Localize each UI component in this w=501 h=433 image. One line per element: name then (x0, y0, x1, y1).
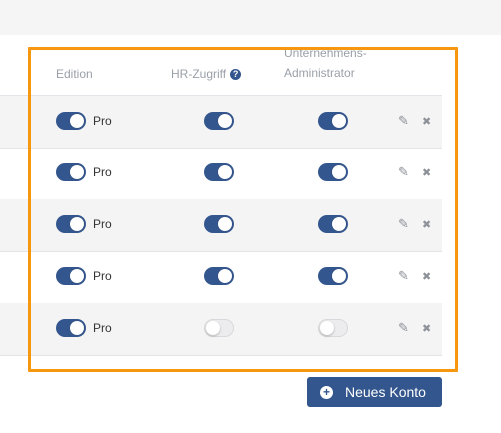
highlight-frame (28, 47, 458, 372)
top-band (0, 0, 501, 35)
plus-circle-icon: + (320, 385, 333, 399)
new-account-button[interactable]: + Neues Konto (307, 377, 442, 407)
new-account-label: Neues Konto (345, 384, 426, 400)
